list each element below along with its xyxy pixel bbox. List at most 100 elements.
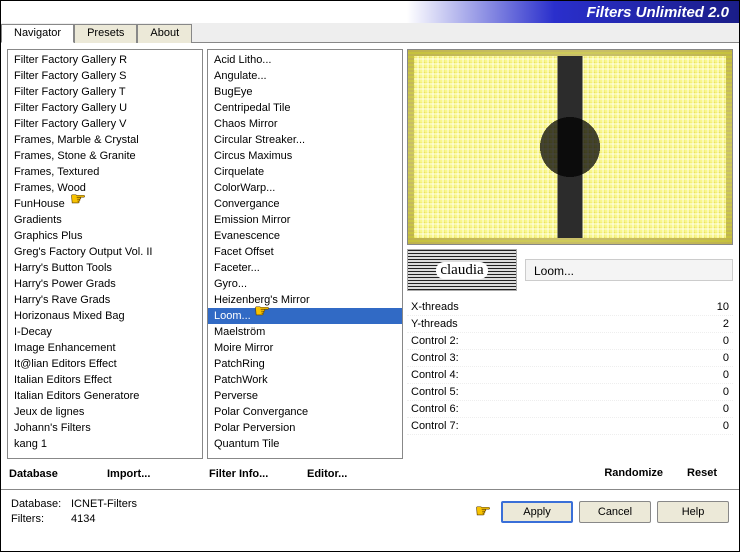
list-item[interactable]: Heizenberg's Mirror	[208, 292, 402, 308]
list-item[interactable]: Centripedal Tile	[208, 100, 402, 116]
list-item[interactable]: I-Decay	[8, 324, 202, 340]
param-row[interactable]: Control 2: 0	[407, 333, 733, 350]
list-item[interactable]: Chaos Mirror	[208, 116, 402, 132]
apply-button[interactable]: Apply	[501, 501, 573, 523]
filter-info-button[interactable]: Filter Info...	[207, 465, 305, 483]
randomize-button[interactable]: Randomize	[604, 467, 663, 479]
list-item[interactable]: It@lian Editors Effect	[8, 356, 202, 372]
list-item[interactable]: Jeux de lignes	[8, 404, 202, 420]
param-label: Control 5:	[411, 386, 459, 398]
tab-strip: NavigatorPresetsAbout	[1, 23, 739, 43]
list-item[interactable]: Graphics Plus	[8, 228, 202, 244]
list-item[interactable]: Polar Convergance	[208, 404, 402, 420]
list-item[interactable]: Polar Perversion	[208, 420, 402, 436]
list-item[interactable]: ColorWarp...	[208, 180, 402, 196]
list-item[interactable]: Filter Factory Gallery R	[8, 52, 202, 68]
list-item[interactable]: PatchRing	[208, 356, 402, 372]
category-column: Filter Factory Gallery RFilter Factory G…	[7, 49, 203, 483]
filter-column: Acid Litho...Angulate...BugEyeCentripeda…	[207, 49, 403, 483]
list-item[interactable]: Convergance	[208, 196, 402, 212]
list-item[interactable]: Greg's Factory Output Vol. II	[8, 244, 202, 260]
list-item[interactable]: Evanescence	[208, 228, 402, 244]
list-item[interactable]: Harry's Power Grads	[8, 276, 202, 292]
list-item[interactable]: Harry's Button Tools	[8, 260, 202, 276]
param-label: Control 2:	[411, 335, 459, 347]
tab-about[interactable]: About	[137, 24, 192, 43]
list-item[interactable]: Gradients	[8, 212, 202, 228]
list-item[interactable]: Frames, Textured	[8, 164, 202, 180]
app-title: Filters Unlimited 2.0	[586, 4, 729, 21]
list-item[interactable]: Frames, Wood	[8, 180, 202, 196]
list-item[interactable]: Italian Editors Generatore	[8, 388, 202, 404]
editor-button[interactable]: Editor...	[305, 465, 403, 483]
list-item[interactable]: BugEye	[208, 84, 402, 100]
list-item[interactable]: Harry's Rave Grads	[8, 292, 202, 308]
param-label: X-threads	[411, 301, 459, 313]
database-button[interactable]: Database	[7, 465, 105, 483]
main-area: Filter Factory Gallery RFilter Factory G…	[1, 43, 739, 489]
author-logo: claudia	[407, 249, 517, 291]
param-value: 0	[723, 420, 729, 432]
footer: Database:ICNET-Filters Filters:4134 Appl…	[1, 489, 739, 533]
param-row[interactable]: Control 4: 0	[407, 367, 733, 384]
param-label: Control 3:	[411, 352, 459, 364]
list-item[interactable]: Circus Maximus	[208, 148, 402, 164]
filters-count: 4134	[71, 513, 95, 525]
list-item[interactable]: Cirquelate	[208, 164, 402, 180]
list-item[interactable]: Faceter...	[208, 260, 402, 276]
list-item[interactable]: Italian Editors Effect	[8, 372, 202, 388]
filter-list[interactable]: Acid Litho...Angulate...BugEyeCentripeda…	[207, 49, 403, 459]
list-item[interactable]: Facet Offset	[208, 244, 402, 260]
list-item[interactable]: Quantum Tile	[208, 436, 402, 452]
list-item[interactable]: Gyro...	[208, 276, 402, 292]
list-item[interactable]: Image Enhancement	[8, 340, 202, 356]
param-value: 0	[723, 403, 729, 415]
param-value: 0	[723, 352, 729, 364]
param-label: Control 7:	[411, 420, 459, 432]
list-item[interactable]: Horizonaus Mixed Bag	[8, 308, 202, 324]
list-item[interactable]: FunHouse	[8, 196, 202, 212]
tab-presets[interactable]: Presets	[74, 24, 137, 43]
param-value: 2	[723, 318, 729, 330]
import-button[interactable]: Import...	[105, 465, 203, 483]
param-value: 0	[723, 369, 729, 381]
list-item[interactable]: Frames, Marble & Crystal	[8, 132, 202, 148]
preview-image	[407, 49, 733, 245]
list-item[interactable]: PatchWork	[208, 372, 402, 388]
list-item[interactable]: Maelström	[208, 324, 402, 340]
list-item[interactable]: Circular Streaker...	[208, 132, 402, 148]
param-row[interactable]: Control 3: 0	[407, 350, 733, 367]
param-label: Control 4:	[411, 369, 459, 381]
param-row[interactable]: Y-threads2	[407, 316, 733, 333]
list-item[interactable]: Filter Factory Gallery T	[8, 84, 202, 100]
list-item[interactable]: Angulate...	[208, 68, 402, 84]
param-row[interactable]: Control 5: 0	[407, 384, 733, 401]
param-value: 10	[717, 301, 729, 313]
cancel-button[interactable]: Cancel	[579, 501, 651, 523]
list-item[interactable]: Johann's Filters	[8, 420, 202, 436]
list-item[interactable]: Perverse	[208, 388, 402, 404]
preview-column: claudia Loom... X-threads10Y-threads2Con…	[407, 49, 733, 483]
tab-navigator[interactable]: Navigator	[1, 24, 74, 43]
list-item[interactable]: Emission Mirror	[208, 212, 402, 228]
list-item[interactable]: Frames, Stone & Granite	[8, 148, 202, 164]
param-value: 0	[723, 335, 729, 347]
param-row[interactable]: Control 7: 0	[407, 418, 733, 435]
param-value: 0	[723, 386, 729, 398]
list-item[interactable]: Filter Factory Gallery V	[8, 116, 202, 132]
list-item[interactable]: Filter Factory Gallery U	[8, 100, 202, 116]
selected-filter-name: Loom...	[525, 259, 733, 281]
help-button[interactable]: Help	[657, 501, 729, 523]
param-row[interactable]: X-threads 10	[407, 299, 733, 316]
list-item[interactable]: kang 1	[8, 436, 202, 452]
param-label: Control 6:	[411, 403, 459, 415]
list-item[interactable]: Loom...	[208, 308, 402, 324]
param-row[interactable]: Control 6: 0	[407, 401, 733, 418]
list-item[interactable]: Moire Mirror	[208, 340, 402, 356]
parameter-list: X-threads10Y-threads2Control 2:0Control …	[407, 299, 733, 459]
reset-button[interactable]: Reset	[687, 467, 717, 479]
list-item[interactable]: Acid Litho...	[208, 52, 402, 68]
category-list[interactable]: Filter Factory Gallery RFilter Factory G…	[7, 49, 203, 459]
hand-pointer-icon	[254, 308, 274, 324]
list-item[interactable]: Filter Factory Gallery S	[8, 68, 202, 84]
